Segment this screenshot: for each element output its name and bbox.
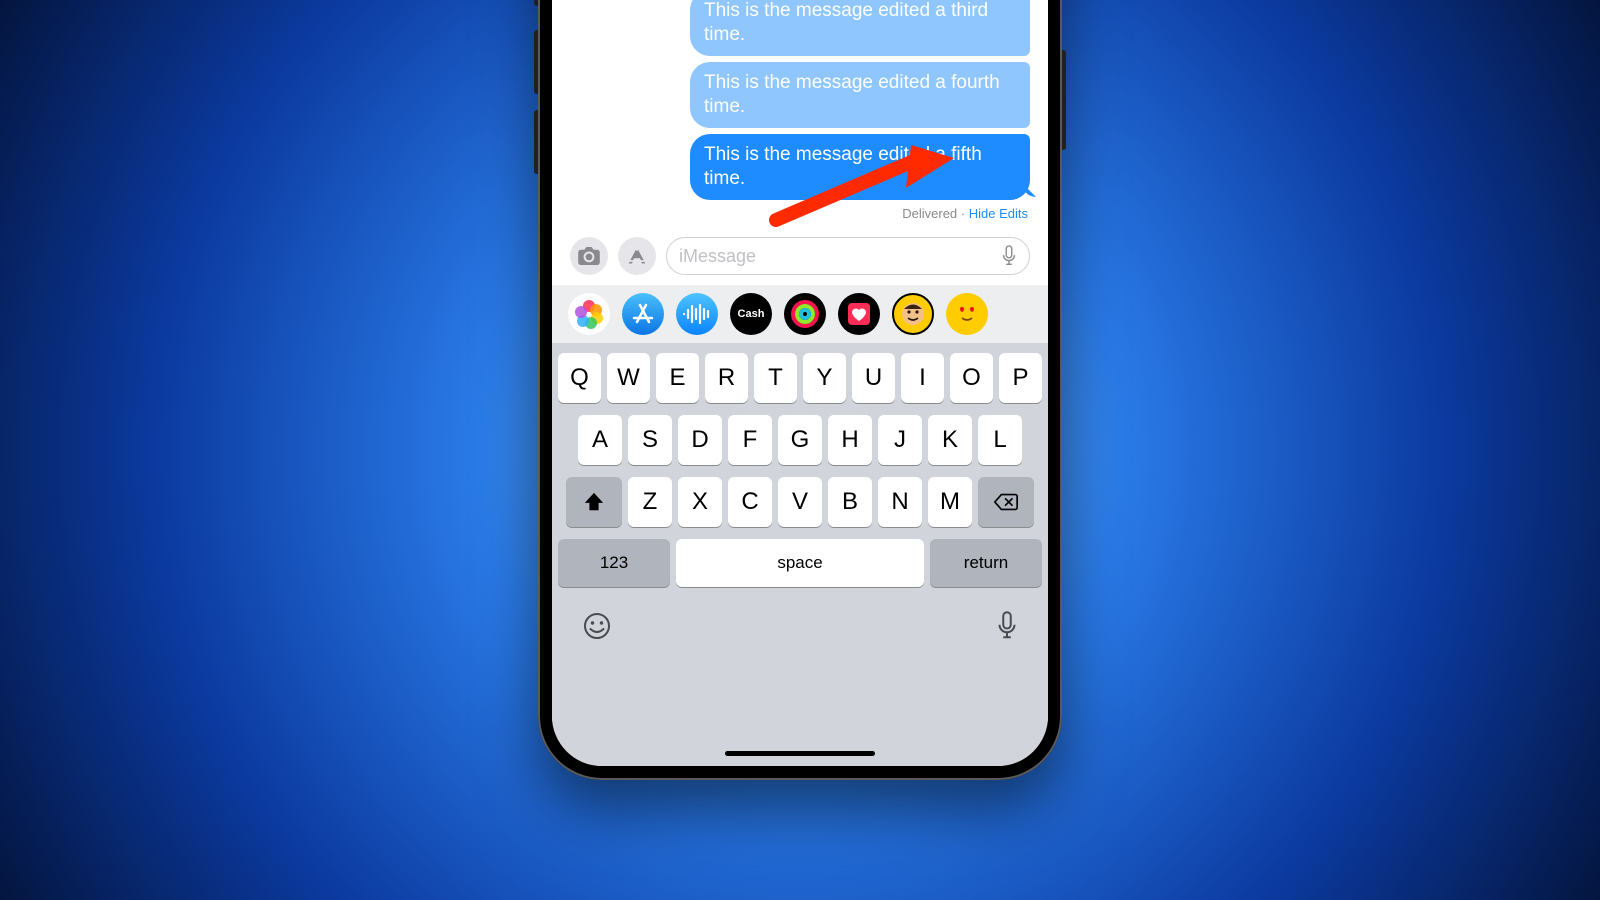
- message-thread[interactable]: This is the edited message. This is the …: [552, 0, 1048, 231]
- memoji-app-icon-2[interactable]: [946, 293, 988, 335]
- key-h[interactable]: H: [828, 415, 872, 465]
- mic-icon: [996, 611, 1018, 641]
- emoji-icon: [582, 611, 612, 641]
- waveform-icon: [682, 304, 712, 324]
- backspace-key[interactable]: [978, 477, 1034, 527]
- heart-sticker-icon: [846, 301, 872, 327]
- key-l[interactable]: L: [978, 415, 1022, 465]
- key-r[interactable]: R: [705, 353, 748, 403]
- dictate-key[interactable]: [996, 611, 1018, 641]
- composer-row: iMessage: [552, 231, 1048, 285]
- key-x[interactable]: X: [678, 477, 722, 527]
- key-f[interactable]: F: [728, 415, 772, 465]
- key-b[interactable]: B: [828, 477, 872, 527]
- key-y[interactable]: Y: [803, 353, 846, 403]
- message-bubble-edit[interactable]: This is the message edited a third time.: [690, 0, 1030, 56]
- message-input[interactable]: iMessage: [666, 237, 1030, 275]
- key-s[interactable]: S: [628, 415, 672, 465]
- hide-edits-link[interactable]: Hide Edits: [969, 206, 1028, 221]
- fitness-app-icon[interactable]: [784, 293, 826, 335]
- message-bubble-edit[interactable]: This is the message edited a fourth time…: [690, 62, 1030, 128]
- backspace-icon: [993, 492, 1019, 512]
- space-key[interactable]: space: [676, 539, 924, 587]
- message-status-row: Delivered · Hide Edits: [902, 206, 1028, 221]
- sticker-app-icon[interactable]: [838, 293, 880, 335]
- return-key[interactable]: return: [930, 539, 1042, 587]
- key-v[interactable]: V: [778, 477, 822, 527]
- message-placeholder: iMessage: [679, 246, 756, 267]
- key-k[interactable]: K: [928, 415, 972, 465]
- face-hearts-icon: [954, 301, 980, 327]
- side-button: [1062, 50, 1066, 150]
- key-t[interactable]: T: [754, 353, 797, 403]
- key-n[interactable]: N: [878, 477, 922, 527]
- key-j[interactable]: J: [878, 415, 922, 465]
- apple-cash-app-icon[interactable]: Cash: [730, 293, 772, 335]
- dictate-icon[interactable]: [1001, 245, 1017, 267]
- emoji-key[interactable]: [582, 611, 612, 641]
- keyboard[interactable]: Q W E R T Y U I O P A S D F G H: [552, 343, 1048, 766]
- key-m[interactable]: M: [928, 477, 972, 527]
- app-store-button[interactable]: [618, 237, 656, 275]
- audio-app-icon[interactable]: [676, 293, 718, 335]
- key-p[interactable]: P: [999, 353, 1042, 403]
- key-c[interactable]: C: [728, 477, 772, 527]
- keyboard-bottom-bar: [558, 599, 1042, 641]
- app-store-icon: [627, 246, 647, 266]
- key-z[interactable]: Z: [628, 477, 672, 527]
- keyboard-row: 123 space return: [558, 539, 1042, 587]
- camera-button[interactable]: [570, 237, 608, 275]
- phone-mockup: This is the edited message. This is the …: [538, 0, 1062, 780]
- key-o[interactable]: O: [950, 353, 993, 403]
- camera-icon: [578, 247, 600, 265]
- key-i[interactable]: I: [901, 353, 944, 403]
- shift-key[interactable]: [566, 477, 622, 527]
- keyboard-row: Q W E R T Y U I O P: [558, 353, 1042, 403]
- key-q[interactable]: Q: [558, 353, 601, 403]
- photos-icon: [574, 299, 604, 329]
- memoji-app-icon[interactable]: [892, 293, 934, 335]
- key-a[interactable]: A: [578, 415, 622, 465]
- delivered-label: Delivered: [902, 206, 957, 221]
- keyboard-row: Z X C V B N M: [558, 477, 1042, 527]
- key-w[interactable]: W: [607, 353, 650, 403]
- numbers-key[interactable]: 123: [558, 539, 670, 587]
- shift-icon: [583, 491, 605, 513]
- key-d[interactable]: D: [678, 415, 722, 465]
- message-bubble-current[interactable]: This is the message edited a fifth time.: [690, 134, 1030, 200]
- key-u[interactable]: U: [852, 353, 895, 403]
- key-g[interactable]: G: [778, 415, 822, 465]
- keyboard-row: A S D F G H J K L: [558, 415, 1042, 465]
- key-e[interactable]: E: [656, 353, 699, 403]
- rings-icon: [790, 299, 820, 329]
- face-icon: [900, 301, 926, 327]
- app-store-app-icon[interactable]: [622, 293, 664, 335]
- home-indicator[interactable]: [725, 751, 875, 756]
- app-store-a-icon: [631, 302, 655, 326]
- photos-app-icon[interactable]: [568, 293, 610, 335]
- app-strip[interactable]: Cash: [552, 285, 1048, 343]
